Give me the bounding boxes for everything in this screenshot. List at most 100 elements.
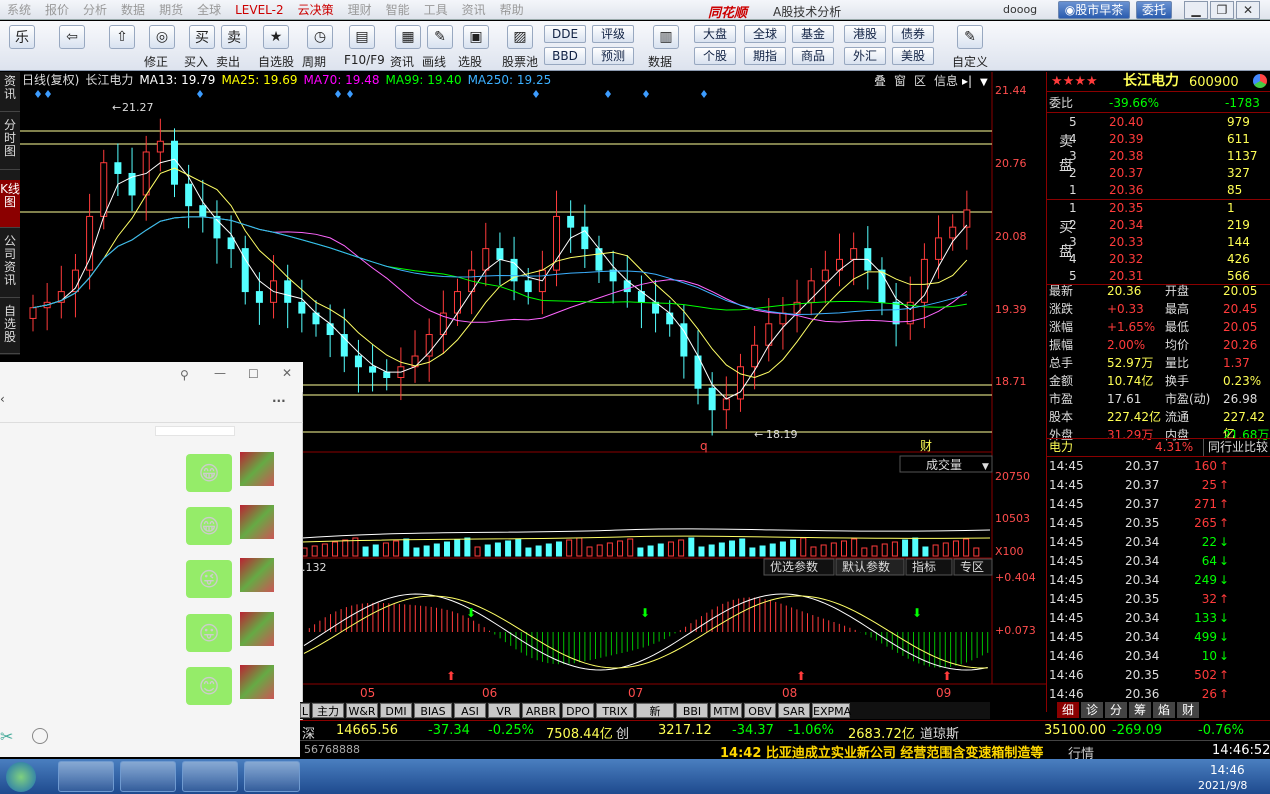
indicator-tab[interactable]: DMI <box>380 703 412 718</box>
chevron-down-icon[interactable]: ▼ <box>980 77 988 88</box>
emoji-message[interactable]: 😁 <box>186 507 232 545</box>
close-icon[interactable]: ✕ <box>1236 1 1260 19</box>
pin-icon[interactable]: ⚲ <box>180 368 189 382</box>
industry-compare-button[interactable]: 同行业比较 <box>1203 439 1268 456</box>
indicator-tab[interactable]: 主力 <box>312 703 344 718</box>
indicator-tab[interactable]: ASI <box>454 703 486 718</box>
detail-tab[interactable]: 焰 <box>1153 702 1175 718</box>
morning-tea-button[interactable]: ◉股市早茶 <box>1058 1 1130 19</box>
chart-tool-button[interactable]: 区 <box>914 74 926 88</box>
avatar[interactable] <box>240 558 274 592</box>
menu-item[interactable]: 工具 <box>424 1 448 18</box>
emoji-message[interactable]: 😁 <box>186 454 232 492</box>
detail-tab[interactable]: 分 <box>1105 702 1127 718</box>
indicator-tab[interactable]: L <box>300 703 310 718</box>
restore-icon[interactable]: ❐ <box>1210 1 1234 19</box>
detail-tab[interactable]: 财 <box>1177 702 1199 718</box>
menu-item[interactable]: 系统 <box>7 1 31 18</box>
star-icon[interactable]: ★★★★ <box>1051 73 1098 90</box>
chart-tool-button[interactable]: 叠 <box>874 74 886 88</box>
menu-item[interactable]: 全球 <box>197 1 221 18</box>
indicator-tab[interactable]: W&R <box>346 703 378 718</box>
toolbar-small-button[interactable]: 港股 <box>844 25 886 43</box>
close-icon[interactable]: ✕ <box>282 366 292 380</box>
toolbar-small-button[interactable]: 债券 <box>892 25 934 43</box>
menu-item[interactable]: 期货 <box>159 1 183 18</box>
toolbar-small-button[interactable]: 个股 <box>694 47 736 65</box>
detail-tab[interactable]: 诊 <box>1081 702 1103 718</box>
detail-tab[interactable]: 筹 <box>1129 702 1151 718</box>
menu-item[interactable]: 报价 <box>45 1 69 18</box>
indicator-tab[interactable]: EXPMA <box>812 703 851 718</box>
trust-button[interactable]: 委托 <box>1136 1 1172 19</box>
toolbar-small-button[interactable]: 期指 <box>744 47 786 65</box>
buy-row[interactable]: 2 20.34 219 <box>1047 217 1270 234</box>
wechat-window[interactable]: ⚲ — ☐ ✕ ‹ ··· 😁 😁 😜 😛 😊 ✂ <box>0 362 303 757</box>
avatar[interactable] <box>240 612 274 646</box>
menu-item[interactable]: 分析 <box>83 1 107 18</box>
indicator-tab[interactable]: DPO <box>562 703 594 718</box>
toolbar-small-button[interactable]: BBD <box>544 47 586 65</box>
toolbar-small-button[interactable]: 基金 <box>792 25 834 43</box>
sell-row[interactable]: 5 20.40 979 <box>1047 114 1270 131</box>
emoji-message[interactable]: 😛 <box>186 614 232 652</box>
expand-icon[interactable]: ▸| <box>962 74 972 88</box>
chart-tool-button[interactable]: 窗 <box>894 74 906 88</box>
toolbar-small-button[interactable]: 商品 <box>792 47 834 65</box>
buy-row[interactable]: 4 20.32 426 <box>1047 251 1270 268</box>
buy-row[interactable]: 1 20.35 1 <box>1047 200 1270 217</box>
wechat-task-icon[interactable] <box>58 761 114 792</box>
indicator-tab[interactable]: VR <box>488 703 520 718</box>
menu-item[interactable]: 云决策 <box>298 1 334 18</box>
toolbar-small-button[interactable]: DDE <box>544 25 586 43</box>
toolbar-small-button[interactable]: 评级 <box>592 25 634 43</box>
app-task-icon[interactable] <box>182 761 238 792</box>
chat-bubble-icon[interactable] <box>32 728 48 744</box>
menu-item[interactable]: 理财 <box>348 1 372 18</box>
indicator-tab[interactable]: BIAS <box>414 703 452 718</box>
indicator-tab[interactable]: SAR <box>778 703 810 718</box>
toolbar-small-button[interactable]: 预测 <box>592 47 634 65</box>
avatar[interactable] <box>240 452 274 486</box>
left-tab[interactable]: 自选股 <box>0 302 20 354</box>
scissors-icon[interactable]: ✂ <box>0 727 13 746</box>
sell-row[interactable]: 1 20.36 85 <box>1047 182 1270 199</box>
indicator-tab[interactable]: OBV <box>744 703 776 718</box>
maximize-icon[interactable]: ☐ <box>248 367 259 381</box>
more-icon[interactable]: ··· <box>272 394 286 408</box>
toolbar-small-button[interactable]: 美股 <box>892 47 934 65</box>
menu-item[interactable]: 智能 <box>386 1 410 18</box>
indicator-tab[interactable]: BBI <box>676 703 708 718</box>
chart-tool-button[interactable]: 信息 <box>934 73 958 88</box>
toolbar-small-button[interactable]: 全球 <box>744 25 786 43</box>
back-tool[interactable]: ⇦ <box>50 21 94 71</box>
start-icon[interactable] <box>6 762 36 792</box>
menu-item[interactable]: 帮助 <box>500 1 524 18</box>
buy-row[interactable]: 3 20.33 144 <box>1047 234 1270 251</box>
sell-row[interactable]: 4 20.39 611 <box>1047 131 1270 148</box>
chart-pie-icon[interactable] <box>1253 74 1267 88</box>
detail-tab[interactable]: 细 <box>1057 702 1079 718</box>
sell-row[interactable]: 3 20.38 1137 <box>1047 148 1270 165</box>
left-tab[interactable]: 资讯 <box>0 72 20 112</box>
left-tab[interactable]: 分时图 <box>0 116 20 170</box>
menu-item[interactable]: 数据 <box>121 1 145 18</box>
mascot-tool[interactable]: 乐 <box>0 21 44 71</box>
indicator-tab[interactable]: ARBR <box>522 703 560 718</box>
avatar[interactable] <box>240 665 274 699</box>
player-task-icon[interactable] <box>244 761 300 792</box>
menu-item[interactable]: 资讯 <box>462 1 486 18</box>
minimize-icon[interactable]: — <box>214 366 226 380</box>
indicator-tab[interactable]: TRIX <box>596 703 634 718</box>
emoji-message[interactable]: 😜 <box>186 560 232 598</box>
left-tab[interactable]: 公司资讯 <box>0 232 20 298</box>
left-tab[interactable]: K线图 <box>0 180 20 228</box>
ie-task-icon[interactable] <box>120 761 176 792</box>
emoji-message[interactable]: 😊 <box>186 667 232 705</box>
indicator-tab[interactable]: MTM <box>710 703 742 718</box>
menu-item[interactable]: LEVEL-2 <box>235 3 284 17</box>
arrow-up-tool[interactable]: ⇧ <box>100 21 144 71</box>
toolbar-small-button[interactable]: 外汇 <box>844 47 886 65</box>
back-icon[interactable]: ‹ <box>0 392 5 406</box>
avatar[interactable] <box>240 505 274 539</box>
